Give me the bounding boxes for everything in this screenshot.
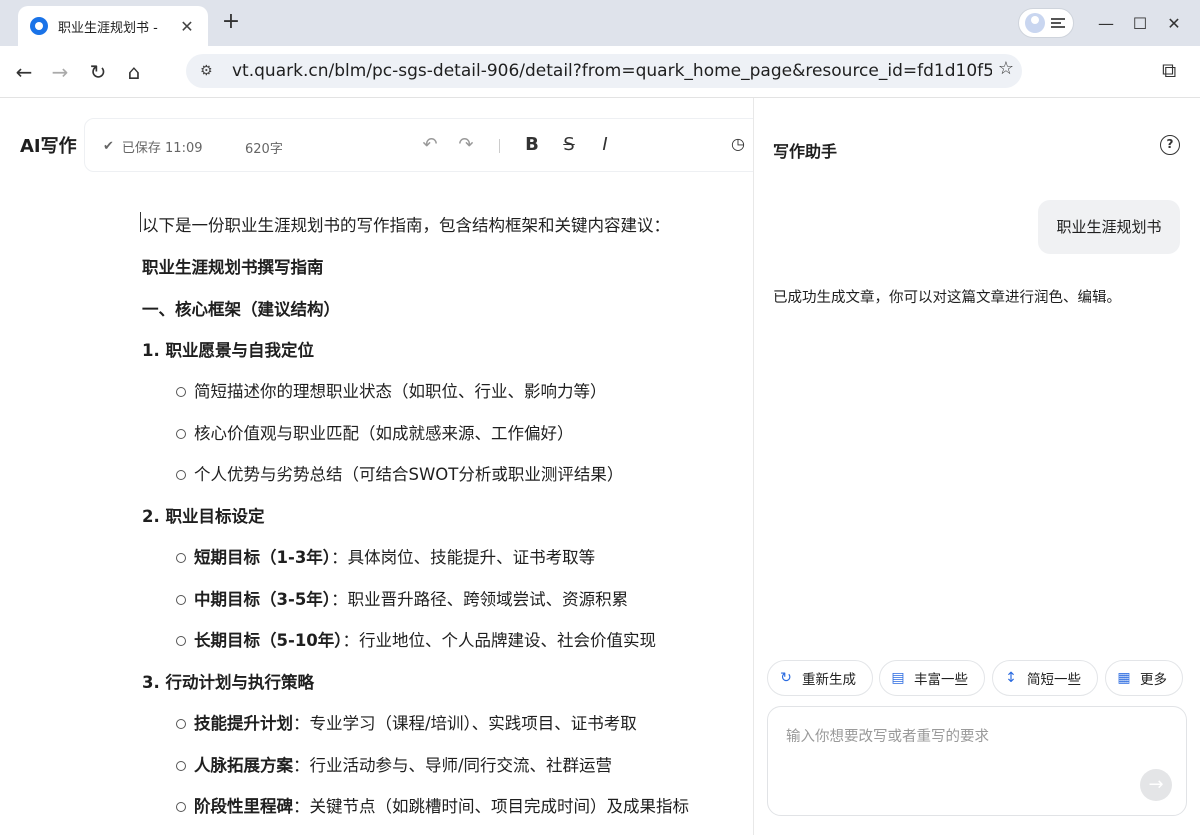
assistant-reply: 已成功生成文章，你可以对这篇文章进行润色、编辑。 — [773, 290, 1121, 306]
doc-paragraph[interactable]: 以下是一份职业生涯规划书的写作指南，包含结构框架和关键内容建议： — [140, 212, 670, 236]
browser-tab[interactable]: 职业生涯规划书 - ✕ — [18, 6, 208, 46]
bullet-icon — [176, 718, 186, 729]
close-icon[interactable]: ✕ — [1162, 12, 1186, 36]
bullet-icon — [176, 386, 186, 397]
list-item[interactable]: 中期目标（3-5年）：职业晋升路径、跨领域尝试、资源积累 — [176, 586, 628, 610]
app-title: AI写作 — [20, 136, 77, 157]
list-item[interactable]: 短期目标（1-3年）：具体岗位、技能提升、证书考取等 — [176, 544, 595, 568]
word-count: 620字 — [245, 142, 283, 157]
refresh-icon: ↻ — [780, 670, 792, 686]
enrich-button[interactable]: ▤ 丰富一些 — [879, 660, 985, 696]
editor-toolbar: ✔ 已保存 11:09 620字 ↶ ↷ B S I ◷ — [84, 118, 753, 172]
shorten-button[interactable]: ↕ 简短一些 — [992, 660, 1098, 696]
shorten-icon: ↕ — [1005, 670, 1017, 686]
list-item[interactable]: 核心价值观与职业匹配（如成就感来源、工作偏好） — [176, 420, 574, 444]
doc-subheading[interactable]: 2. 职业目标设定 — [142, 503, 265, 527]
doc-subheading[interactable]: 3. 行动计划与执行策略 — [142, 669, 314, 693]
home-icon[interactable]: ⌂ — [120, 58, 148, 86]
toolbar-divider — [499, 139, 500, 153]
new-tab-button[interactable]: + — [218, 10, 244, 36]
list-item[interactable]: 长期目标（5-10年）：行业地位、个人品牌建设、社会价值实现 — [176, 627, 656, 651]
regenerate-button[interactable]: ↻ 重新生成 — [767, 660, 873, 696]
document-icon: ▤ — [891, 670, 905, 686]
maximize-icon[interactable]: ☐ — [1128, 12, 1152, 36]
browser-toolbar: ← → ↻ ⌂ ⚙ vt.quark.cn/blm/pc-sgs-detail-… — [0, 46, 1200, 98]
strikethrough-button[interactable]: S — [558, 133, 580, 157]
save-status: ✔ 已保存 11:09 — [103, 137, 203, 156]
bullet-icon — [176, 469, 186, 480]
avatar-icon — [1025, 13, 1045, 33]
grid-icon: ▦ — [1117, 670, 1131, 686]
quick-action-chips: ↻ 重新生成 ▤ 丰富一些 ↕ 简短一些 ▦ 更多 — [767, 660, 1187, 696]
editor-panel: AI写作 ✔ 已保存 11:09 620字 ↶ ↷ B S I ◷ 以下是一份职… — [0, 98, 754, 835]
redo-button[interactable]: ↷ — [455, 133, 477, 157]
bullet-icon — [176, 801, 186, 812]
doc-subheading[interactable]: 1. 职业愿景与自我定位 — [142, 337, 314, 361]
list-item[interactable]: 人脉拓展方案：行业活动参与、导师/同行交流、社群运营 — [176, 752, 612, 776]
tab-close-icon[interactable]: ✕ — [178, 17, 196, 36]
back-arrow-icon[interactable]: ← — [10, 58, 38, 86]
bullet-icon — [176, 760, 186, 771]
text-caret — [140, 212, 141, 232]
browser-tab-strip: 职业生涯规划书 - ✕ + — ☐ ✕ — [0, 0, 1200, 46]
bullet-icon — [176, 428, 186, 439]
tab-title: 职业生涯规划书 - — [58, 20, 158, 36]
forward-arrow-icon[interactable]: → — [46, 58, 74, 86]
reload-icon[interactable]: ↻ — [84, 58, 112, 86]
bold-button[interactable]: B — [521, 133, 543, 157]
bullet-icon — [176, 594, 186, 605]
url-text[interactable]: vt.quark.cn/blm/pc-sgs-detail-906/detail… — [232, 61, 992, 81]
undo-button[interactable]: ↶ — [419, 133, 441, 157]
check-icon: ✔ — [103, 139, 114, 154]
doc-heading[interactable]: 职业生涯规划书撰写指南 — [142, 254, 324, 278]
puzzle-icon[interactable]: ⧉ — [1162, 58, 1176, 82]
doc-section-heading[interactable]: 一、核心框架（建议结构） — [142, 296, 340, 320]
save-status-text: 已保存 11:09 — [121, 141, 203, 156]
profile-button[interactable] — [1018, 8, 1074, 38]
bullet-icon — [176, 635, 186, 646]
list-item[interactable]: 技能提升计划：专业学习（课程/培训）、实践项目、证书考取 — [176, 710, 637, 734]
rewrite-request-input[interactable] — [786, 725, 1126, 785]
more-button[interactable]: ▦ 更多 — [1105, 660, 1183, 696]
list-item[interactable]: 阶段性里程碑：关键节点（如跳槽时间、项目完成时间）及成果指标 — [176, 793, 689, 817]
help-icon[interactable]: ? — [1160, 135, 1180, 155]
user-message-bubble: 职业生涯规划书 — [1038, 200, 1180, 254]
writing-assistant-panel: 写作助手 ? 职业生涯规划书 已成功生成文章，你可以对这篇文章进行润色、编辑。 … — [755, 98, 1200, 835]
list-item[interactable]: 个人优势与劣势总结（可结合SWOT分析或职业测评结果） — [176, 461, 623, 485]
italic-button[interactable]: I — [594, 133, 616, 157]
list-item[interactable]: 简短描述你的理想职业状态（如职位、行业、影响力等） — [176, 378, 607, 402]
rewrite-input-box: → — [767, 706, 1187, 816]
minimize-icon[interactable]: — — [1094, 12, 1118, 36]
address-bar[interactable]: ⚙ vt.quark.cn/blm/pc-sgs-detail-906/deta… — [186, 54, 1022, 88]
menu-icon — [1051, 18, 1065, 28]
bullet-icon — [176, 552, 186, 563]
history-icon[interactable]: ◷ — [727, 133, 749, 155]
tune-icon[interactable]: ⚙ — [200, 63, 218, 79]
star-icon[interactable]: ☆ — [998, 58, 1014, 79]
assistant-title: 写作助手 — [773, 142, 838, 161]
quark-favicon-icon — [30, 17, 48, 35]
send-arrow-icon[interactable]: → — [1140, 769, 1172, 801]
